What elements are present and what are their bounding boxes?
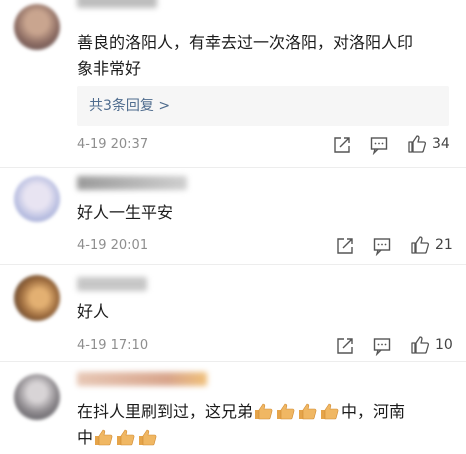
comment-text-line2: 中 bbox=[77, 425, 159, 451]
username[interactable] bbox=[77, 176, 187, 190]
comment-text: 善良的洛阳人，有幸去过一次洛阳，对洛阳人印 bbox=[77, 30, 413, 56]
comment-text-line2-content: 中 bbox=[77, 428, 94, 447]
comment-text: 好人 bbox=[77, 302, 110, 321]
like-count: 21 bbox=[435, 237, 453, 253]
thumbs-up-emoji bbox=[276, 402, 296, 420]
comment-item: 在抖人里刷到过，这兄弟 中，河南 中 bbox=[0, 362, 466, 451]
comment-time: 4-19 20:01 bbox=[77, 238, 149, 253]
thumbs-up-icon[interactable] bbox=[410, 335, 430, 355]
like-count: 10 bbox=[435, 337, 453, 353]
comment-icon[interactable] bbox=[369, 135, 389, 155]
comment-text-part1: 在抖人里刷到过，这兄弟 bbox=[77, 402, 254, 421]
comment-time: 4-19 20:37 bbox=[77, 137, 149, 152]
thumbs-up-emoji bbox=[138, 428, 158, 446]
avatar[interactable] bbox=[14, 374, 60, 420]
share-icon[interactable] bbox=[332, 135, 352, 155]
thumbs-up-emoji bbox=[298, 402, 318, 420]
comment-text-part2: 中，河南 bbox=[341, 402, 406, 421]
replies-label: 共3条回复 > bbox=[89, 98, 171, 114]
thumbs-up-icon[interactable] bbox=[410, 235, 430, 255]
comment-time: 4-19 17:10 bbox=[77, 338, 149, 353]
comment-item: 好人 4-19 17:10 10 bbox=[0, 265, 466, 361]
thumbs-up-emoji bbox=[116, 428, 136, 446]
comment-text: 在抖人里刷到过，这兄弟 中，河南 bbox=[77, 399, 405, 425]
comment-text-line1: 善良的洛阳人，有幸去过一次洛阳，对洛阳人印 bbox=[77, 33, 414, 52]
comment-item: 善良的洛阳人，有幸去过一次洛阳，对洛阳人印 象非常好 共3条回复 > 4-19 … bbox=[0, 0, 466, 168]
thumbs-up-emoji bbox=[94, 428, 114, 446]
like-count: 34 bbox=[432, 136, 450, 152]
comment-item: 好人一生平安 4-19 20:01 21 bbox=[0, 168, 466, 264]
avatar[interactable] bbox=[14, 176, 60, 222]
thumbs-up-emoji bbox=[254, 402, 274, 420]
username[interactable] bbox=[77, 0, 157, 8]
thumbs-up-icon[interactable] bbox=[407, 134, 427, 154]
comment-icon[interactable] bbox=[372, 336, 392, 356]
thumbs-up-emoji bbox=[320, 402, 340, 420]
comment-text-line2-content: 象非常好 bbox=[77, 59, 142, 78]
share-icon[interactable] bbox=[335, 236, 355, 256]
comment-icon[interactable] bbox=[372, 236, 392, 256]
share-icon[interactable] bbox=[335, 336, 355, 356]
view-replies-button[interactable]: 共3条回复 > bbox=[77, 86, 449, 126]
username[interactable] bbox=[77, 372, 207, 386]
avatar[interactable] bbox=[14, 275, 60, 321]
comment-text-line2: 象非常好 bbox=[77, 56, 141, 82]
comment-text: 好人一生平安 bbox=[77, 203, 174, 222]
username[interactable] bbox=[77, 277, 147, 291]
avatar[interactable] bbox=[14, 4, 60, 50]
